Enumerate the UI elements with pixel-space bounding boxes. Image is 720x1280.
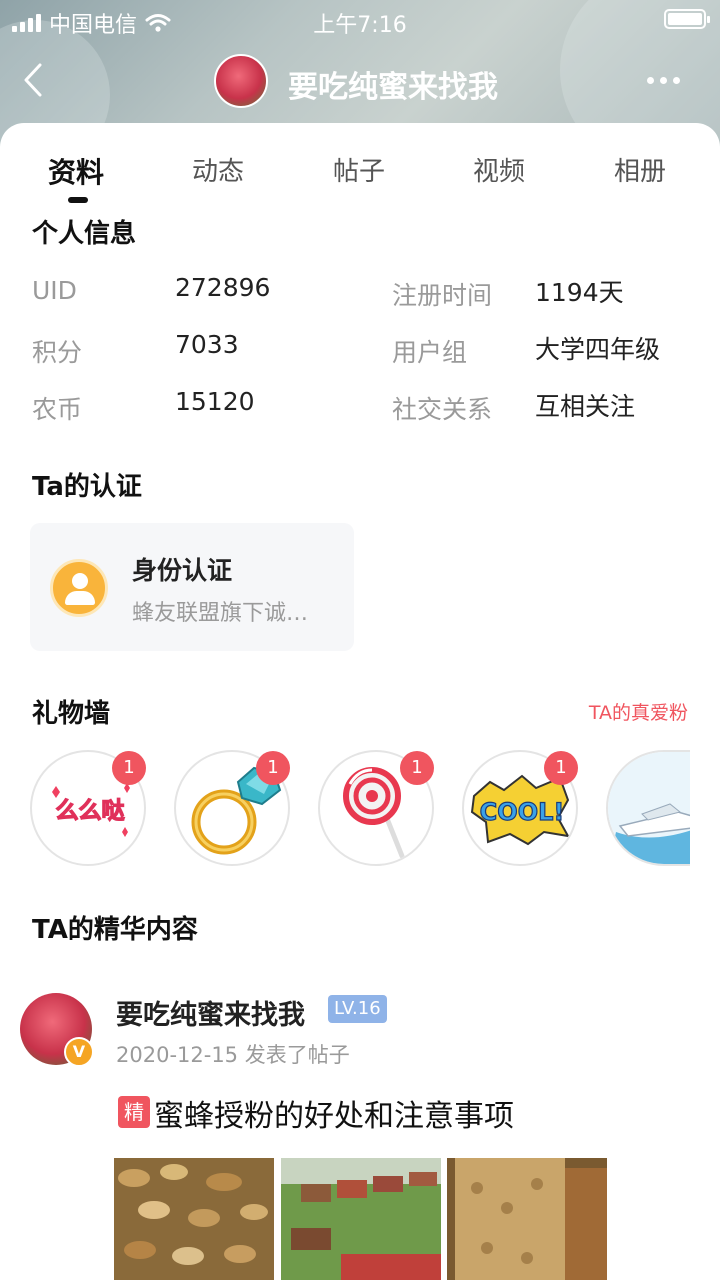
beehives-photo[interactable] bbox=[281, 1158, 441, 1280]
featured-title: TA的精华内容 bbox=[32, 915, 198, 945]
avatar[interactable] bbox=[214, 54, 268, 108]
page-title: 要吃纯蜜来找我 bbox=[288, 70, 498, 105]
featured-tag: 精 bbox=[118, 1096, 150, 1128]
post-date: 2020-12-15 发表了帖子 bbox=[116, 1043, 350, 1067]
points-label: 积分 bbox=[32, 338, 83, 367]
user-group-label: 用户组 bbox=[392, 338, 468, 367]
more-options-icon[interactable] bbox=[647, 77, 680, 84]
post-title[interactable]: 蜜蜂授粉的好处和注意事项 bbox=[154, 1091, 514, 1135]
tab-indicator bbox=[68, 197, 88, 203]
registered-value: 1194天 bbox=[535, 278, 624, 307]
relation-value: 互相关注 bbox=[535, 392, 636, 421]
bees-photo[interactable] bbox=[114, 1158, 274, 1280]
svg-text:么么哒: 么么哒 bbox=[56, 797, 126, 824]
certification-title: Ta的认证 bbox=[32, 472, 142, 502]
status-bar: 中国电信 上午7:16 bbox=[0, 0, 720, 40]
tab-activity[interactable]: 动态 bbox=[192, 151, 244, 188]
registered-label: 注册时间 bbox=[392, 281, 493, 310]
gift-count-badge: 1 bbox=[400, 751, 434, 785]
svg-text:COOL!: COOL! bbox=[480, 798, 565, 826]
uid-label: UID bbox=[32, 276, 77, 305]
verified-icon: V bbox=[64, 1037, 94, 1067]
profile-content: 资料 动态 帖子 视频 相册 个人信息 UID 272896 积分 7033 农… bbox=[0, 123, 720, 1280]
tab-videos[interactable]: 视频 bbox=[473, 151, 525, 188]
honeycomb-photo[interactable] bbox=[447, 1158, 607, 1280]
tab-profile[interactable]: 资料 bbox=[48, 151, 104, 191]
profile-tabs: 资料 动态 帖子 视频 相册 bbox=[0, 151, 720, 211]
post-author-name[interactable]: 要吃纯蜜来找我 bbox=[116, 993, 305, 1032]
gift-count-badge: 1 bbox=[256, 751, 290, 785]
gift-yacht[interactable] bbox=[606, 750, 690, 866]
battery-icon bbox=[664, 9, 710, 29]
true-fans-link[interactable]: TA的真爱粉 bbox=[589, 698, 688, 725]
gift-wall-title: 礼物墙 bbox=[32, 699, 111, 729]
uid-value: 272896 bbox=[175, 273, 271, 302]
cert-card-desc: 蜂友联盟旗下诚… bbox=[132, 601, 309, 626]
gift-count-badge: 1 bbox=[112, 751, 146, 785]
points-value: 7033 bbox=[175, 330, 239, 359]
clock: 上午7:16 bbox=[313, 13, 407, 38]
relation-label: 社交关系 bbox=[392, 395, 493, 424]
user-group-value: 大学四年级 bbox=[535, 335, 661, 364]
certification-card[interactable]: 身份认证 蜂友联盟旗下诚… bbox=[30, 523, 354, 651]
level-badge: LV.16 bbox=[328, 995, 387, 1023]
top-nav: 要吃纯蜜来找我 bbox=[0, 50, 720, 110]
gift-count-badge: 1 bbox=[544, 751, 578, 785]
back-chevron-icon[interactable] bbox=[20, 62, 50, 98]
tab-posts[interactable]: 帖子 bbox=[333, 151, 385, 188]
coins-label: 农币 bbox=[32, 395, 83, 424]
yacht-icon bbox=[608, 752, 690, 864]
cert-card-title: 身份认证 bbox=[132, 556, 233, 585]
user-badge-icon bbox=[50, 559, 108, 617]
personal-info-title: 个人信息 bbox=[32, 219, 137, 249]
tab-album[interactable]: 相册 bbox=[614, 151, 666, 188]
coins-value: 15120 bbox=[175, 387, 255, 416]
